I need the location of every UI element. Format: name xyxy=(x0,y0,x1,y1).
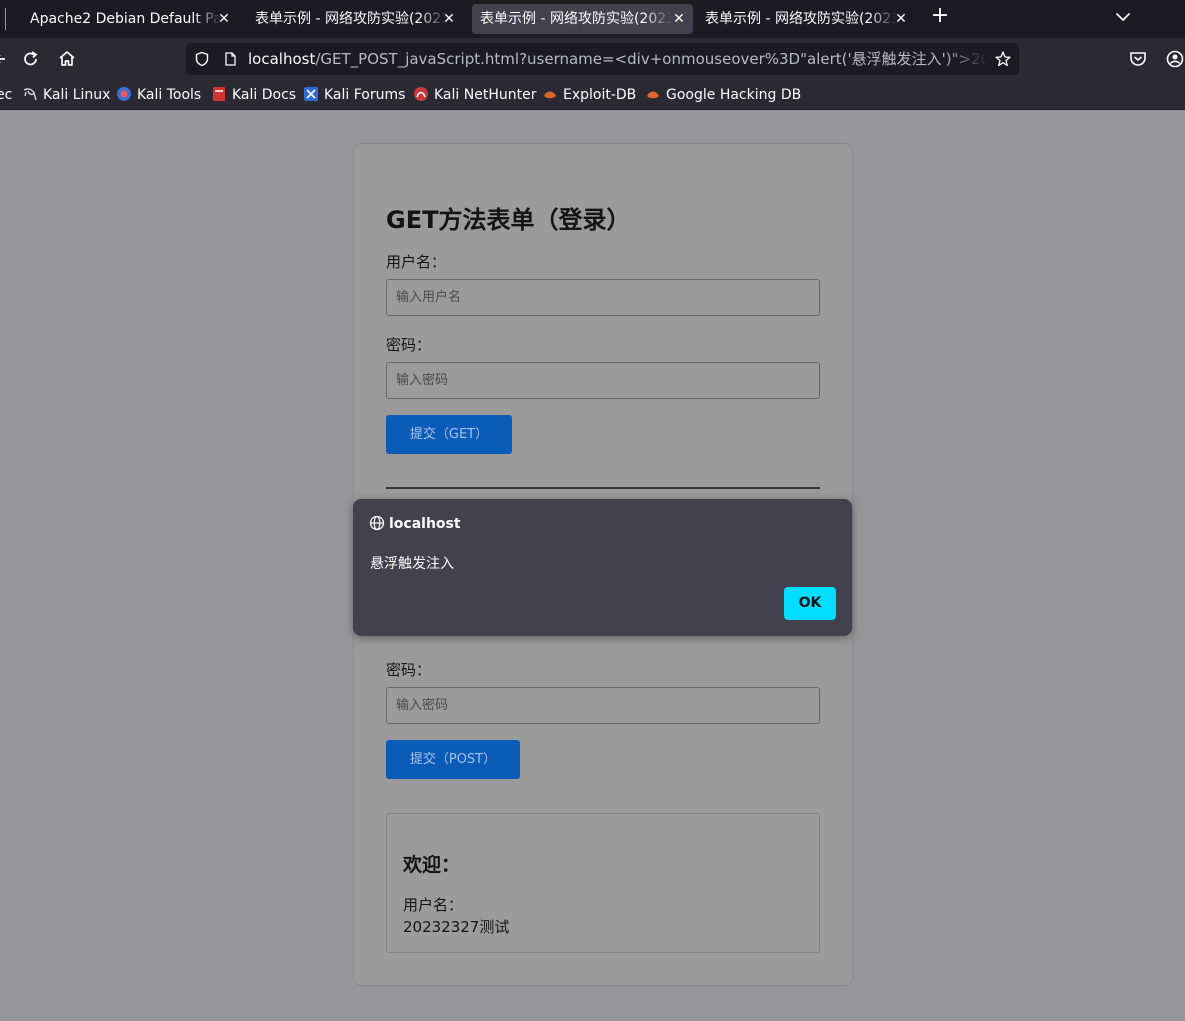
kali-dragon-icon xyxy=(23,88,37,101)
bookmark-partial[interactable]: ec xyxy=(0,80,12,110)
submit-get-button[interactable]: 提交（GET） xyxy=(386,415,512,454)
star-icon[interactable] xyxy=(994,50,1012,68)
post-password-label: 密码： xyxy=(386,661,432,679)
pocket-button[interactable] xyxy=(1127,48,1149,70)
bookmark-kali-forums[interactable]: Kali Forums xyxy=(303,80,405,110)
account-button[interactable] xyxy=(1164,48,1185,70)
globe-icon xyxy=(369,515,385,531)
tab-close-icon[interactable]: ✕ xyxy=(671,4,687,34)
arrow-left-icon xyxy=(0,55,5,63)
submit-post-button[interactable]: 提交（POST） xyxy=(386,740,520,779)
exploit-db-icon xyxy=(544,91,556,99)
tab-close-icon[interactable]: ✕ xyxy=(893,4,909,34)
username-label: 用户名： xyxy=(386,253,447,271)
get-username-input[interactable] xyxy=(386,279,820,316)
tab-title: 表单示例 - 网络攻防实验(2023) xyxy=(705,11,897,27)
alert-dialog: localhost 悬浮触发注入 OK xyxy=(353,499,852,636)
bookmarks-toolbar: ec Kali Linux Kali Tools Kali Docs Kali … xyxy=(0,80,1185,110)
dialog-origin-text: localhost xyxy=(389,516,461,532)
list-all-tabs-button[interactable] xyxy=(1112,6,1134,28)
new-tab-button[interactable]: + xyxy=(928,5,952,29)
bookmark-ghdb[interactable]: Google Hacking DB xyxy=(645,80,801,110)
tab-bar: Apache2 Debian Default Page: It works ✕ … xyxy=(0,0,1185,38)
chevron-down-icon xyxy=(1116,13,1130,21)
bookmark-label: Kali Docs xyxy=(232,87,297,103)
tab-apache[interactable]: Apache2 Debian Default Page: It works ✕ xyxy=(24,4,238,34)
tab-form-3[interactable]: 表单示例 - 网络攻防实验(2023) ✕ xyxy=(699,4,915,34)
bookmark-label: Kali Forums xyxy=(324,87,406,103)
pocket-icon xyxy=(1130,52,1146,66)
tab-close-icon[interactable]: ✕ xyxy=(216,4,232,34)
kali-nethunter-icon xyxy=(414,87,428,101)
ghdb-icon xyxy=(647,91,659,99)
page-icon[interactable] xyxy=(222,51,238,67)
welcome-box: 欢迎： 用户名： 20232327测试 xyxy=(386,813,820,953)
welcome-title: 欢迎： xyxy=(403,854,461,876)
home-button[interactable] xyxy=(56,48,78,70)
bookmark-label: Kali Tools xyxy=(137,87,202,103)
form-divider xyxy=(386,487,820,489)
address-bar[interactable]: localhost/GET_POST_javaScript.html?usern… xyxy=(186,43,1019,75)
tab-form-1[interactable]: 表单示例 - 网络攻防实验(2023) ✕ xyxy=(249,4,463,34)
tab-form-active[interactable]: 表单示例 - 网络攻防实验(2023) ✕ xyxy=(472,4,693,34)
reload-icon xyxy=(24,51,38,66)
kali-docs-icon xyxy=(213,87,225,101)
welcome-username-value[interactable]: 20232327测试 xyxy=(403,916,509,937)
bookmark-label: ec xyxy=(0,87,13,103)
account-icon xyxy=(1166,50,1184,68)
reload-button[interactable] xyxy=(20,48,42,70)
url-text[interactable]: localhost/GET_POST_javaScript.html?usern… xyxy=(248,43,988,75)
get-password-input[interactable] xyxy=(386,362,820,399)
kali-forums-icon xyxy=(304,87,318,101)
ok-button[interactable]: OK xyxy=(784,587,836,620)
back-button[interactable] xyxy=(0,48,13,70)
password-label: 密码： xyxy=(386,336,432,354)
tab-title: 表单示例 - 网络攻防实验(2023) xyxy=(480,11,672,27)
post-password-input[interactable] xyxy=(386,687,820,724)
tab-edge xyxy=(0,8,6,30)
home-icon xyxy=(59,51,75,66)
bookmark-label: Google Hacking DB xyxy=(666,87,802,103)
get-form-title: GET方法表单（登录） xyxy=(386,206,631,234)
tab-title: 表单示例 - 网络攻防实验(2023) xyxy=(255,11,447,27)
welcome-username-label: 用户名： xyxy=(403,896,464,914)
shield-icon[interactable] xyxy=(194,51,210,67)
url-path: /GET_POST_javaScript.html?username=<div+… xyxy=(315,50,988,68)
kali-tools-icon xyxy=(117,87,131,101)
bookmark-kali-nethunter[interactable]: Kali NetHunter xyxy=(413,80,536,110)
tab-title: Apache2 Debian Default Page: It works xyxy=(30,11,222,27)
bookmark-label: Kali NetHunter xyxy=(434,87,537,103)
dialog-message: 悬浮触发注入 xyxy=(370,556,454,572)
tab-close-icon[interactable]: ✕ xyxy=(441,4,457,34)
navigation-toolbar: localhost/GET_POST_javaScript.html?usern… xyxy=(0,38,1185,80)
bookmark-kali-tools[interactable]: Kali Tools xyxy=(116,80,201,110)
bookmark-kali-linux[interactable]: Kali Linux xyxy=(22,80,110,110)
bookmark-label: Kali Linux xyxy=(43,87,111,103)
bookmark-label: Exploit-DB xyxy=(563,87,637,103)
dialog-origin: localhost xyxy=(369,515,461,532)
bookmark-kali-docs[interactable]: Kali Docs xyxy=(211,80,296,110)
url-host: localhost xyxy=(248,50,316,68)
bookmark-exploit-db[interactable]: Exploit-DB xyxy=(542,80,636,110)
